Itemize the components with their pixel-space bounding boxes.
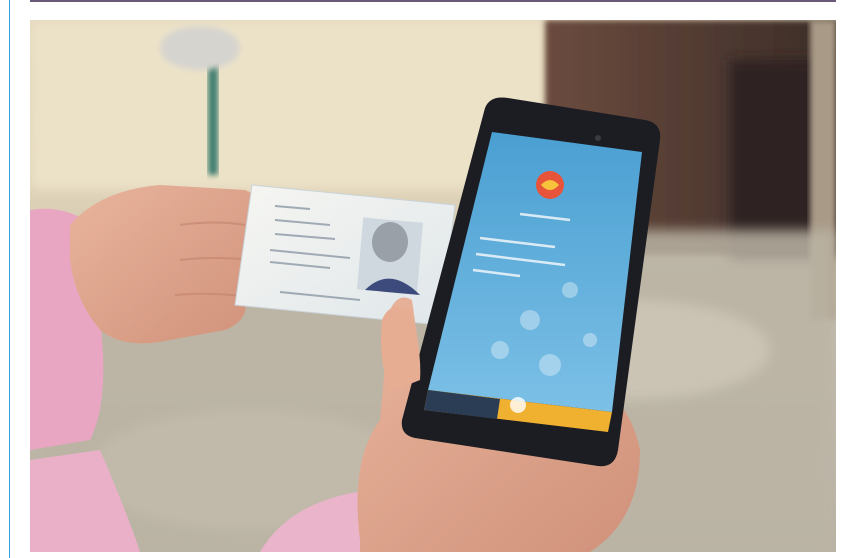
photo: [30, 20, 836, 552]
previous-photo-edge: [30, 0, 836, 2]
photo-scene: [30, 20, 836, 552]
left-hand: [70, 185, 265, 344]
frame-left-rule: [0, 0, 10, 558]
photo-id-card-icon: [234, 184, 456, 326]
